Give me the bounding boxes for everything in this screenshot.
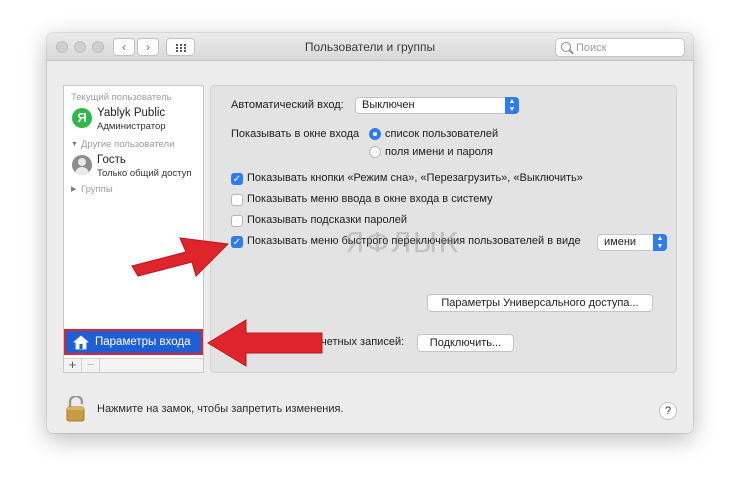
remove-user-button[interactable]: − <box>82 358 100 372</box>
current-user-header: Текущий пользователь <box>71 92 172 103</box>
user-name: Гость <box>97 154 126 166</box>
other-users-header: Другие пользователи <box>81 139 175 150</box>
add-user-button[interactable]: + <box>64 358 82 372</box>
disclosure-down-icon[interactable]: ▼ <box>71 141 78 148</box>
popup-chevrons-icon: ▲ ▼ <box>653 234 667 251</box>
checkmark-icon: ✓ <box>232 237 242 248</box>
user-row-guest[interactable]: Гость Только общий доступ <box>70 153 204 183</box>
annotation-arrow-icon <box>131 237 230 277</box>
annotation-arrow-icon <box>207 319 323 367</box>
radio-user-list[interactable] <box>369 128 381 140</box>
user-role: Администратор <box>97 121 166 132</box>
connect-button[interactable]: Подключить... <box>417 334 514 352</box>
house-icon <box>73 335 89 350</box>
checkbox-password-hints-label: Показывать подсказки паролей <box>247 214 408 226</box>
popup-chevrons-icon: ▲ ▼ <box>505 97 519 114</box>
checkbox-fast-switch[interactable]: ✓ <box>231 236 243 248</box>
user-name: Yablyk Public <box>97 107 166 119</box>
titlebar: ‹ › Пользователи и группы Поиск <box>47 33 693 61</box>
watermark-text: ЯФЛЫК <box>345 226 460 259</box>
show-in-login-window-label: Показывать в окне входа <box>231 128 360 140</box>
radio-name-password[interactable] <box>369 146 381 158</box>
guest-avatar-icon <box>72 155 92 175</box>
sidebar-footer: + − <box>63 358 204 373</box>
auto-login-value: Выключен <box>362 99 415 111</box>
network-accounts-label: четных записей: <box>321 336 405 348</box>
user-role: Только общий доступ <box>97 168 192 179</box>
checkbox-input-menu-label: Показывать меню ввода в окне входа в сис… <box>247 193 493 205</box>
disclosure-right-icon[interactable]: ▶ <box>71 185 76 193</box>
radio-user-list-label: список пользователей <box>385 128 499 140</box>
checkbox-input-menu[interactable] <box>231 194 243 206</box>
auto-login-popup[interactable]: Выключен ▲ ▼ <box>355 97 519 114</box>
auto-login-label: Автоматический вход: <box>231 99 344 111</box>
lock-icon[interactable] <box>65 396 87 422</box>
accessibility-options-button[interactable]: Параметры Универсального доступа... <box>427 294 653 312</box>
avatar: Я <box>72 108 92 128</box>
search-icon <box>561 42 571 52</box>
login-options-item[interactable]: Параметры входа <box>64 329 203 355</box>
checkmark-icon: ✓ <box>232 174 242 185</box>
checkbox-sleep-restart[interactable]: ✓ <box>231 173 243 185</box>
checkbox-password-hints[interactable] <box>231 215 243 227</box>
help-button[interactable]: ? <box>659 402 677 420</box>
checkbox-sleep-restart-label: Показывать кнопки «Режим сна», «Перезагр… <box>247 172 583 184</box>
user-row-yablyk-public[interactable]: Я Yablyk Public Администратор <box>70 106 204 136</box>
groups-item[interactable]: Группы <box>81 184 113 195</box>
fast-switch-value: имени <box>604 236 637 248</box>
radio-name-password-label: поля имени и пароля <box>385 146 494 158</box>
fast-switch-popup[interactable]: имени ▲ ▼ <box>597 234 667 251</box>
search-placeholder: Поиск <box>576 42 607 54</box>
lock-hint-text: Нажмите на замок, чтобы запретить измене… <box>97 403 344 415</box>
search-input[interactable]: Поиск <box>555 38 685 57</box>
login-options-label: Параметры входа <box>95 336 191 348</box>
